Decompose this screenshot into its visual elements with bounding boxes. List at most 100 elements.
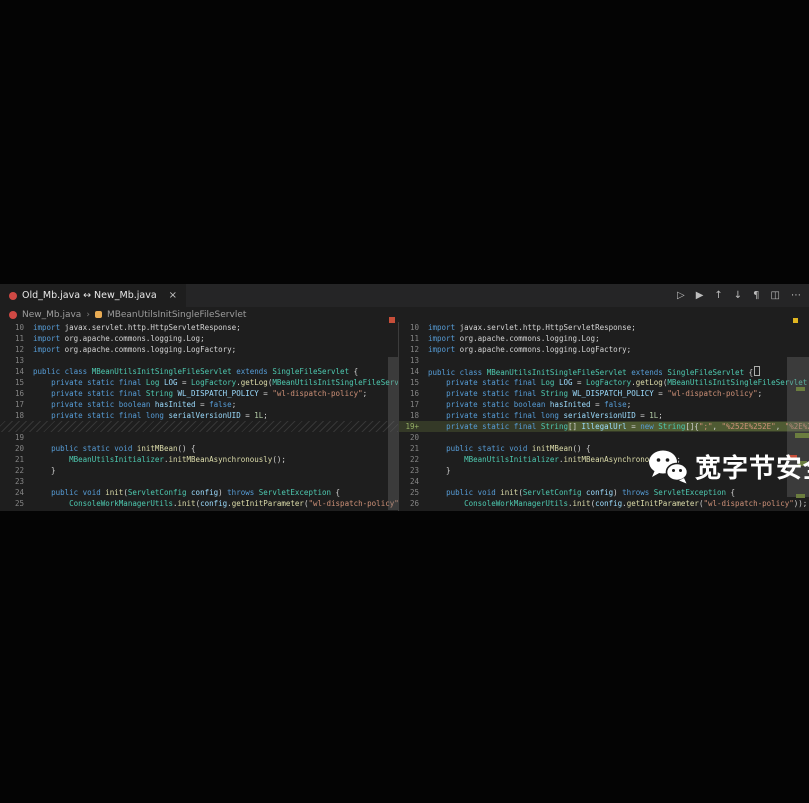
breadcrumb-symbol[interactable]: MBeanUtilsInitSingleFileServlet (107, 310, 246, 320)
line-number[interactable]: 12 (0, 344, 24, 355)
code-text (419, 432, 428, 443)
line-number[interactable]: 20 (0, 443, 24, 454)
code-line[interactable]: 21 MBeanUtilsInitializer.initMBeanAsynch… (0, 454, 398, 465)
line-number[interactable]: 26 (399, 498, 419, 509)
line-number[interactable]: 24 (0, 487, 24, 498)
code-line[interactable]: 15 private static final Log LOG = LogFac… (399, 377, 809, 388)
code-line[interactable]: 19 (0, 432, 398, 443)
code-line[interactable]: 13 (399, 355, 809, 366)
overview-ruler-mark (793, 318, 798, 323)
code-text: MBeanUtilsInitializer.initMBeanAsynchron… (24, 454, 286, 465)
diff-filler-row[interactable] (0, 421, 398, 432)
more-actions-icon[interactable]: ⋯ (791, 291, 801, 301)
line-number[interactable]: 19 (0, 432, 24, 443)
line-number[interactable]: 11 (0, 333, 24, 344)
line-number[interactable]: 17 (399, 399, 419, 410)
code-text (24, 476, 33, 487)
code-line[interactable]: 18 private static final long serialVersi… (399, 410, 809, 421)
line-number[interactable]: 14 (399, 366, 419, 377)
line-number[interactable]: 16 (0, 388, 24, 399)
breadcrumb: New_Mb.java › MBeanUtilsInitSingleFileSe… (0, 307, 809, 322)
line-number[interactable]: 25 (399, 487, 419, 498)
line-number[interactable]: 14 (0, 366, 24, 377)
run-icon[interactable]: ▷ (677, 291, 685, 301)
code-text: private static final long serialVersionU… (419, 410, 663, 421)
line-number[interactable]: 22 (399, 454, 419, 465)
code-line[interactable]: 10import javax.servlet.http.HttpServletR… (399, 322, 809, 333)
line-number[interactable]: 19+ (399, 421, 419, 432)
line-number[interactable]: 22 (0, 465, 24, 476)
code-line[interactable]: 14public class MBeanUtilsInitSingleFileS… (399, 366, 809, 377)
code-text: public static void initMBean() { (24, 443, 196, 454)
code-line[interactable]: 15 private static final Log LOG = LogFac… (0, 377, 398, 388)
close-icon[interactable]: × (169, 290, 177, 301)
code-text (419, 355, 428, 366)
line-number[interactable]: 10 (0, 322, 24, 333)
line-number[interactable]: 11 (399, 333, 419, 344)
code-line[interactable]: 22 MBeanUtilsInitializer.initMBeanAsynch… (399, 454, 809, 465)
line-number[interactable]: 13 (399, 355, 419, 366)
overview-ruler-mark (796, 494, 805, 498)
code-line[interactable]: 24 (399, 476, 809, 487)
scrollbar-slider[interactable] (787, 357, 809, 497)
line-number[interactable]: 25 (0, 498, 24, 509)
tab-diff-old-new[interactable]: Old_Mb.java ↔ New_Mb.java × (0, 284, 186, 307)
breadcrumb-file[interactable]: New_Mb.java (22, 310, 81, 320)
code-text (24, 432, 33, 443)
line-number[interactable]: 21 (399, 443, 419, 454)
code-line[interactable]: 16 private static final String WL_DISPAT… (0, 388, 398, 399)
code-line[interactable]: 21 public static void initMBean() { (399, 443, 809, 454)
code-line[interactable]: 23 } (399, 465, 809, 476)
code-text (419, 476, 428, 487)
line-number[interactable]: 18 (399, 410, 419, 421)
code-line[interactable]: 17 private static boolean hasInited = fa… (399, 399, 809, 410)
line-number[interactable]: 17 (0, 399, 24, 410)
line-number[interactable]: 16 (399, 388, 419, 399)
line-number[interactable]: 23 (399, 465, 419, 476)
line-number[interactable]: 15 (0, 377, 24, 388)
code-line[interactable]: 11import org.apache.commons.logging.Log; (399, 333, 809, 344)
right-scrollbar[interactable] (787, 307, 809, 511)
line-number[interactable]: 20 (399, 432, 419, 443)
next-change-icon[interactable]: ↓ (734, 291, 742, 301)
code-line[interactable]: 14public class MBeanUtilsInitSingleFileS… (0, 366, 398, 377)
code-line[interactable]: 10import javax.servlet.http.HttpServletR… (0, 322, 398, 333)
split-editor-icon[interactable]: ◫ (771, 291, 780, 301)
run-or-debug-icon[interactable]: ▶ (696, 291, 704, 301)
code-line[interactable]: 25 public void init(ServletConfig config… (399, 487, 809, 498)
code-line[interactable]: 16 private static final String WL_DISPAT… (399, 388, 809, 399)
code-line[interactable]: 20 public static void initMBean() { (0, 443, 398, 454)
toggle-whitespace-icon[interactable]: ¶ (753, 291, 759, 301)
previous-change-icon[interactable]: ↑ (714, 291, 722, 301)
line-number[interactable]: 15 (399, 377, 419, 388)
code-text: import org.apache.commons.logging.Log; (24, 333, 205, 344)
code-line[interactable]: 26 ConsoleWorkManagerUtils.init(config.g… (399, 498, 809, 509)
line-number[interactable]: 24 (399, 476, 419, 487)
java-file-icon (9, 311, 17, 319)
code-line[interactable]: 12import org.apache.commons.logging.LogF… (0, 344, 398, 355)
code-line[interactable]: 19+ private static final String[] Illega… (399, 421, 809, 432)
code-line[interactable]: 18 private static final long serialVersi… (0, 410, 398, 421)
line-number[interactable]: 21 (0, 454, 24, 465)
line-number[interactable]: 10 (399, 322, 419, 333)
code-line[interactable]: 23 (0, 476, 398, 487)
code-line[interactable]: 13 (0, 355, 398, 366)
line-number[interactable]: 13 (0, 355, 24, 366)
line-number[interactable]: 18 (0, 410, 24, 421)
code-line[interactable]: 12import org.apache.commons.logging.LogF… (399, 344, 809, 355)
line-number[interactable]: 12 (399, 344, 419, 355)
code-line[interactable]: 17 private static boolean hasInited = fa… (0, 399, 398, 410)
java-file-icon (9, 292, 17, 300)
code-text: import org.apache.commons.logging.LogFac… (24, 344, 236, 355)
code-line[interactable]: 20 (399, 432, 809, 443)
code-line[interactable]: 24 public void init(ServletConfig config… (0, 487, 398, 498)
screenshot-canvas: Old_Mb.java ↔ New_Mb.java × ▷ ▶ ↑ ↓ ¶ ◫ ⋯ New_… (0, 0, 809, 803)
line-number[interactable]: 23 (0, 476, 24, 487)
code-text: public class MBeanUtilsInitSingleFileSer… (419, 366, 760, 377)
code-text: private static final String WL_DISPATCH_… (419, 388, 762, 399)
left-scrollbar[interactable] (388, 307, 398, 511)
code-line[interactable]: 25 ConsoleWorkManagerUtils.init(config.g… (0, 498, 398, 509)
code-line[interactable]: 22 } (0, 465, 398, 476)
code-line[interactable]: 11import org.apache.commons.logging.Log; (0, 333, 398, 344)
scrollbar-slider[interactable] (388, 357, 398, 510)
